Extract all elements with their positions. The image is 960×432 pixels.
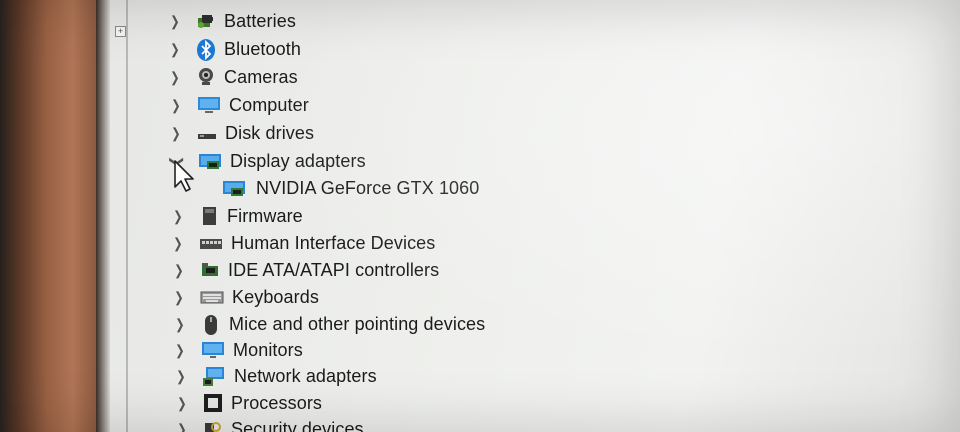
tree-item-label: Display adapters xyxy=(230,150,366,171)
hid-icon xyxy=(199,233,223,253)
tree-item-firmware[interactable]: ❯ Firmware xyxy=(171,203,303,229)
chevron-right-icon[interactable]: ❯ xyxy=(173,289,184,306)
firmware-icon xyxy=(199,206,219,226)
chevron-right-icon[interactable]: ❯ xyxy=(169,69,180,86)
photo-scene: + ❯ Batteries ❯ Bluetooth ❯ Cameras ❯ Co… xyxy=(0,0,960,432)
chevron-right-icon[interactable]: ❯ xyxy=(170,97,181,114)
ide-controller-icon xyxy=(200,260,220,280)
chevron-right-icon[interactable]: ❯ xyxy=(172,235,183,252)
tree-item-display-adapters[interactable]: ❯ Display adapters xyxy=(170,148,366,174)
tree-item-label: IDE ATA/ATAPI controllers xyxy=(228,259,440,280)
tree-item-processors[interactable]: ❯ Processors xyxy=(175,390,322,416)
battery-icon xyxy=(196,11,216,31)
tree-item-monitors[interactable]: ❯ Monitors xyxy=(173,337,303,363)
tree-item-mice-and-other-pointing-devices[interactable]: ❯ Mice and other pointing devices xyxy=(173,311,485,337)
tree-item-security-devices[interactable]: ❯ Security devices xyxy=(175,416,364,432)
disk-drive-icon xyxy=(197,123,217,143)
keyboard-icon xyxy=(200,287,224,307)
chevron-right-icon[interactable]: ❯ xyxy=(173,262,184,279)
device-tree: ❯ Batteries ❯ Bluetooth ❯ Cameras ❯ Comp… xyxy=(0,0,960,432)
tree-item-batteries[interactable]: ❯ Batteries xyxy=(168,8,296,34)
camera-icon xyxy=(196,67,216,87)
tree-item-label: Processors xyxy=(231,392,323,413)
tree-item-label: Security devices xyxy=(231,418,364,432)
tree-item-disk-drives[interactable]: ❯ Disk drives xyxy=(169,120,314,146)
tree-item-bluetooth[interactable]: ❯ Bluetooth xyxy=(168,36,301,62)
tree-item-ide-ata-atapi-controllers[interactable]: ❯ IDE ATA/ATAPI controllers xyxy=(172,257,439,283)
display-adapter-icon xyxy=(198,151,222,171)
tree-item-network-adapters[interactable]: ❯ Network adapters xyxy=(174,363,377,389)
tree-item-nvidia-geforce-gtx-1060[interactable]: NVIDIA GeForce GTX 1060 xyxy=(222,175,479,201)
tree-item-label: Disk drives xyxy=(225,122,315,143)
chevron-right-icon[interactable]: ❯ xyxy=(176,421,187,432)
tree-item-label: Cameras xyxy=(224,66,298,87)
mouse-icon xyxy=(201,314,221,335)
display-adapter-icon xyxy=(222,178,246,198)
tree-item-label: Bluetooth xyxy=(224,38,301,59)
tree-item-label: Firmware xyxy=(227,205,303,226)
monitor-icon xyxy=(201,340,225,360)
mouse-cursor-icon xyxy=(174,160,194,192)
chevron-right-icon[interactable]: ❯ xyxy=(174,316,185,333)
chevron-right-icon[interactable]: ❯ xyxy=(169,13,180,30)
chevron-right-icon[interactable]: ❯ xyxy=(169,41,180,58)
chevron-right-icon[interactable]: ❯ xyxy=(174,342,185,359)
computer-icon xyxy=(197,95,221,115)
bluetooth-icon xyxy=(196,39,216,61)
security-device-icon xyxy=(203,419,223,432)
tree-item-label: Keyboards xyxy=(232,286,319,307)
tree-item-label: Monitors xyxy=(233,339,303,360)
processor-icon xyxy=(203,393,223,413)
chevron-right-icon[interactable]: ❯ xyxy=(176,395,187,412)
tree-item-label: Batteries xyxy=(224,10,296,31)
tree-item-human-interface-devices[interactable]: ❯ Human Interface Devices xyxy=(171,230,435,256)
tree-item-keyboards[interactable]: ❯ Keyboards xyxy=(172,284,319,310)
tree-item-computer[interactable]: ❯ Computer xyxy=(169,92,309,118)
chevron-right-icon[interactable]: ❯ xyxy=(175,368,186,385)
network-adapter-icon xyxy=(202,366,226,386)
tree-item-label: NVIDIA GeForce GTX 1060 xyxy=(256,177,480,198)
chevron-right-icon[interactable]: ❯ xyxy=(170,125,181,142)
tree-item-label: Network adapters xyxy=(234,365,377,386)
tree-item-label: Computer xyxy=(229,94,309,115)
tree-item-label: Mice and other pointing devices xyxy=(229,313,486,334)
chevron-right-icon[interactable]: ❯ xyxy=(172,208,183,225)
tree-item-cameras[interactable]: ❯ Cameras xyxy=(168,64,298,90)
tree-item-label: Human Interface Devices xyxy=(231,232,436,253)
